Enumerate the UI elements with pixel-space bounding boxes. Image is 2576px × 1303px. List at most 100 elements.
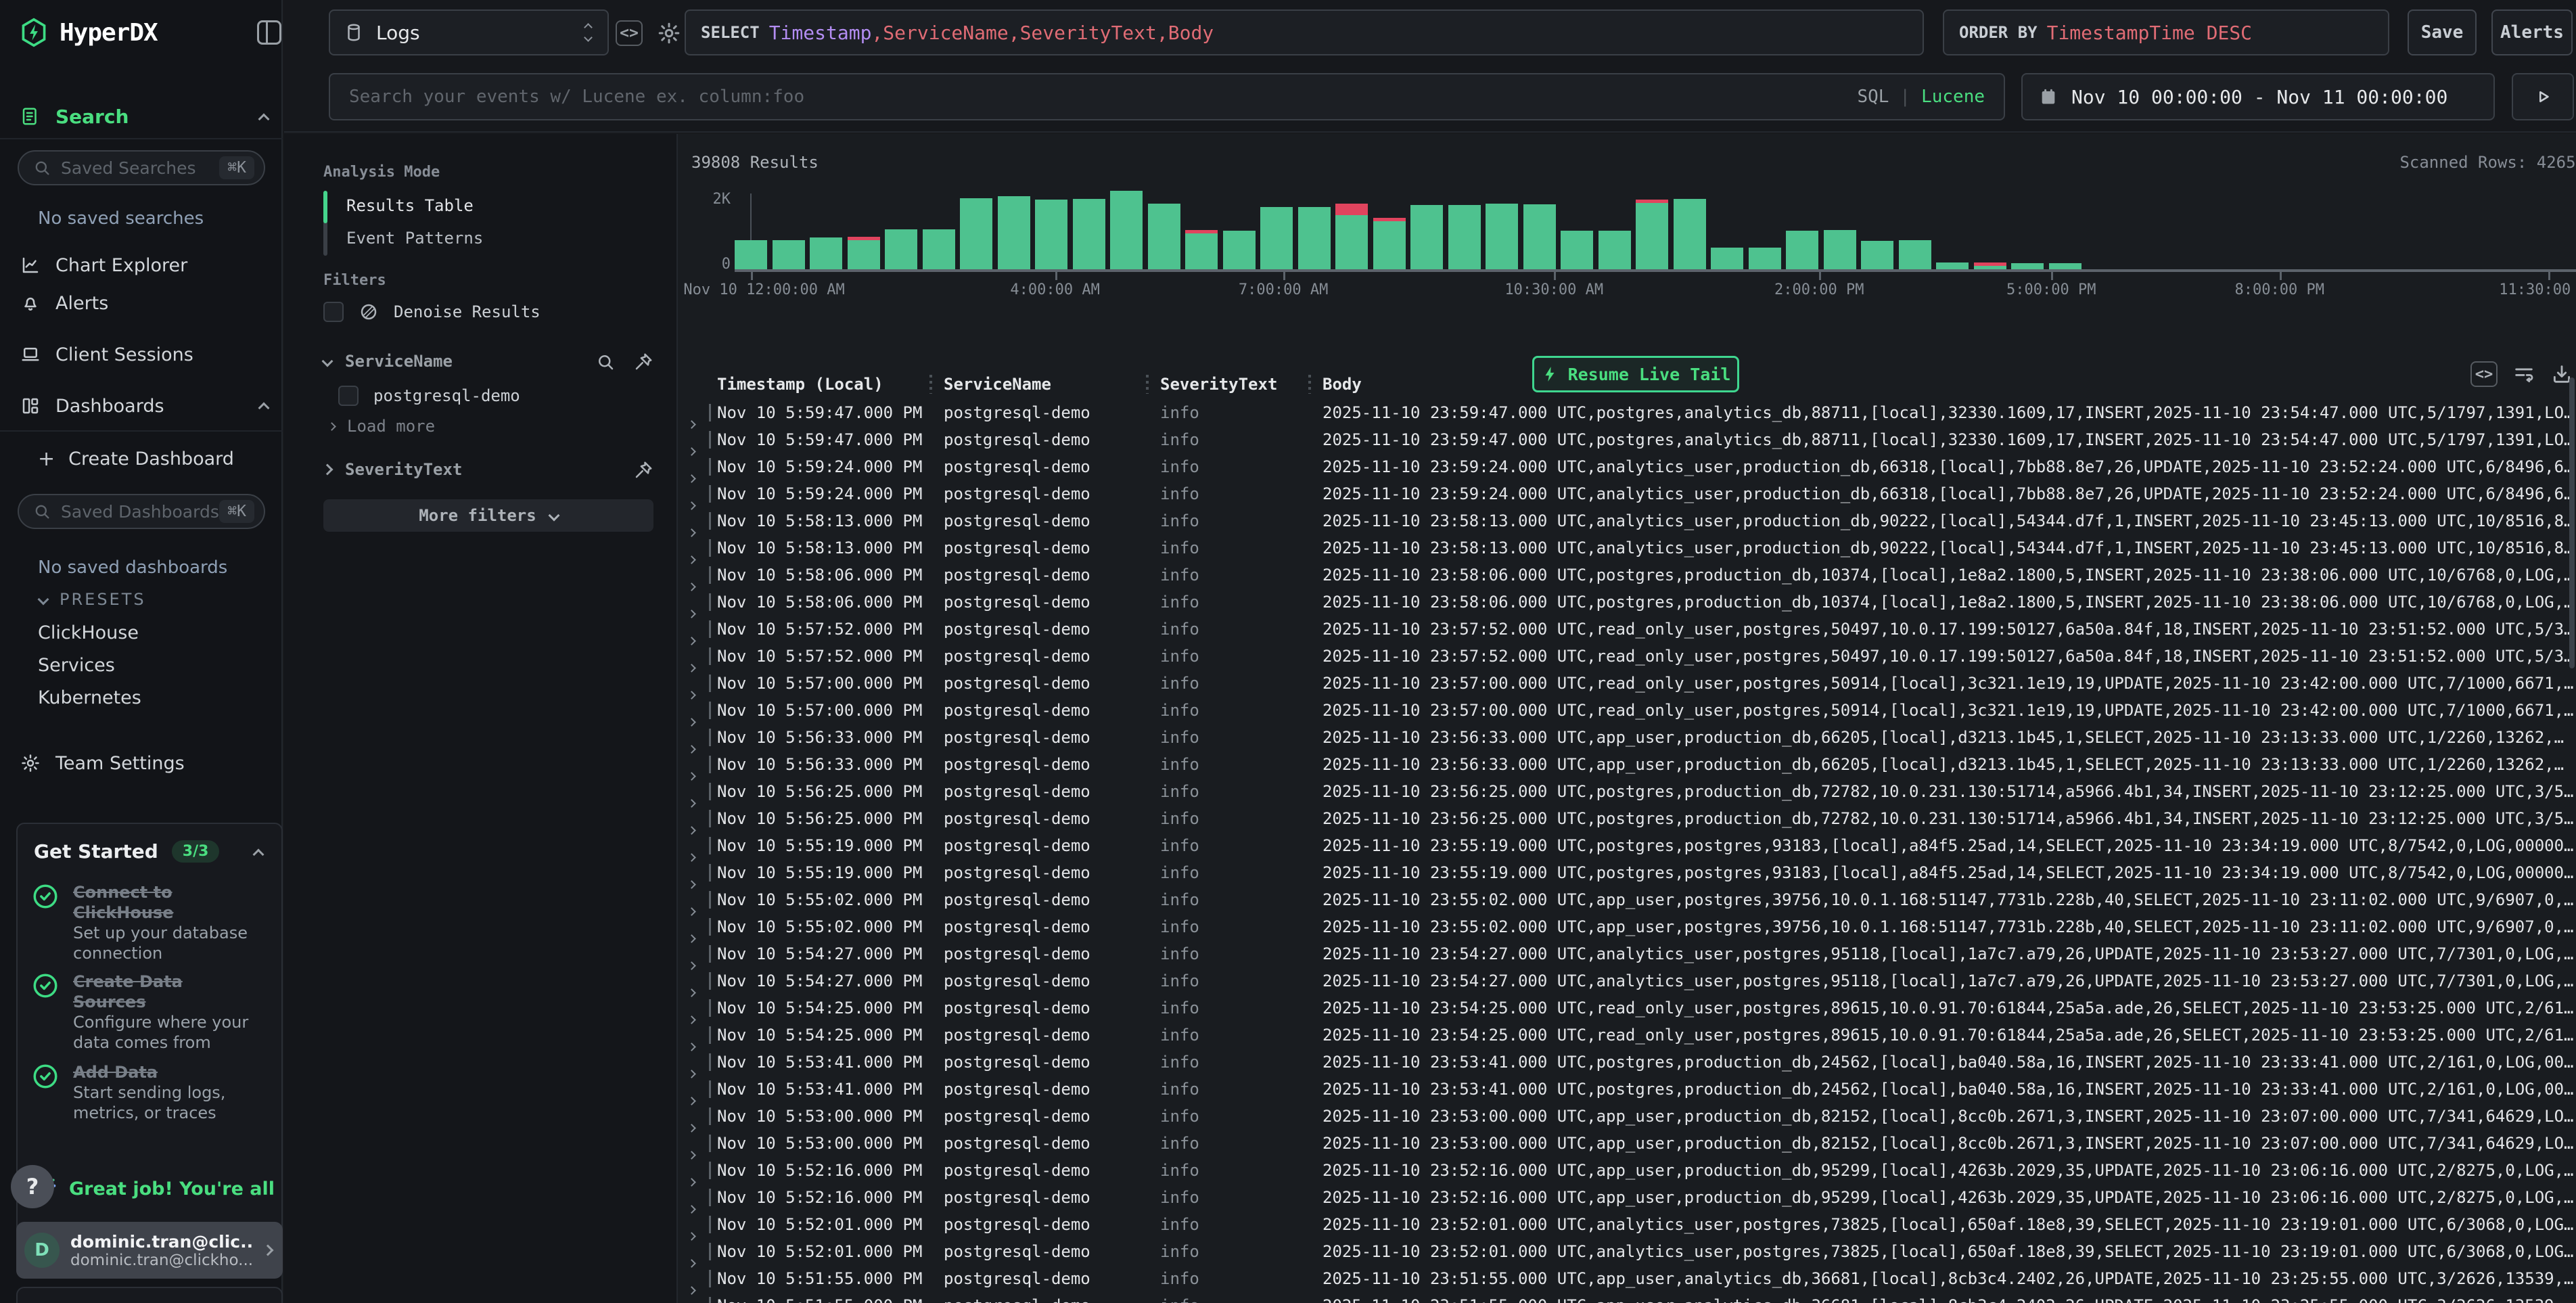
table-row[interactable]: Nov 10 5:56:33.000 PM postgresql-demo in… <box>678 724 2576 751</box>
histogram-bar[interactable] <box>1373 218 1406 269</box>
table-row[interactable]: Nov 10 5:55:19.000 PM postgresql-demo in… <box>678 859 2576 886</box>
table-row[interactable]: Nov 10 5:56:25.000 PM postgresql-demo in… <box>678 805 2576 832</box>
histogram-bar[interactable] <box>1974 262 2006 269</box>
histogram-bar[interactable] <box>1861 241 1893 269</box>
table-row[interactable]: Nov 10 5:58:13.000 PM postgresql-demo in… <box>678 507 2576 534</box>
pin-icon[interactable] <box>633 352 653 372</box>
histogram-bar[interactable] <box>1824 230 1856 269</box>
histogram-bar[interactable] <box>1486 204 1518 269</box>
table-row[interactable]: Nov 10 5:54:27.000 PM postgresql-demo in… <box>678 940 2576 967</box>
filter-group-servicename[interactable]: ServiceName <box>323 352 453 371</box>
sidebar-item-alerts[interactable]: Alerts <box>0 288 283 318</box>
table-row[interactable]: Nov 10 5:52:01.000 PM postgresql-demo in… <box>678 1211 2576 1238</box>
histogram-bar[interactable] <box>1148 204 1180 269</box>
histogram-bar[interactable] <box>1298 207 1331 269</box>
table-row[interactable]: Nov 10 5:59:24.000 PM postgresql-demo in… <box>678 453 2576 480</box>
table-row[interactable]: Nov 10 5:56:25.000 PM postgresql-demo in… <box>678 778 2576 805</box>
table-row[interactable]: Nov 10 5:58:06.000 PM postgresql-demo in… <box>678 589 2576 616</box>
sidebar-collapse-icon[interactable] <box>257 20 281 45</box>
table-row[interactable]: Nov 10 5:52:16.000 PM postgresql-demo in… <box>678 1184 2576 1211</box>
histogram-bar[interactable] <box>1711 248 1743 269</box>
table-row[interactable]: Nov 10 5:51:55.000 PM postgresql-demo in… <box>678 1265 2576 1292</box>
column-resize-handle[interactable] <box>1146 375 1149 394</box>
help-button[interactable]: ? <box>11 1165 54 1208</box>
checkbox[interactable] <box>338 386 359 406</box>
pin-icon[interactable] <box>633 460 653 480</box>
histogram-bar[interactable] <box>1073 199 1105 269</box>
gear-icon[interactable] <box>655 19 683 47</box>
preset-kubernetes[interactable]: Kubernetes <box>38 687 141 708</box>
histogram-bar[interactable] <box>1636 200 1668 269</box>
table-row[interactable]: Nov 10 5:57:52.000 PM postgresql-demo in… <box>678 616 2576 643</box>
table-row[interactable]: Nov 10 5:52:16.000 PM postgresql-demo in… <box>678 1157 2576 1184</box>
histogram-bar[interactable] <box>1523 204 1556 269</box>
table-row[interactable]: Nov 10 5:52:01.000 PM postgresql-demo in… <box>678 1238 2576 1265</box>
histogram-bar[interactable] <box>923 229 955 269</box>
column-resize-handle[interactable] <box>1308 375 1311 394</box>
preset-services[interactable]: Services <box>38 655 115 676</box>
mode-event-patterns[interactable]: Event Patterns <box>346 223 483 253</box>
histogram-bar[interactable] <box>773 240 805 269</box>
histogram-bar[interactable] <box>1223 231 1256 269</box>
save-button[interactable]: Save <box>2408 9 2477 55</box>
histogram-bar[interactable] <box>998 196 1030 269</box>
column-header-timestamp[interactable]: Timestamp (Local) <box>717 375 883 394</box>
histogram-bar[interactable] <box>885 229 917 269</box>
column-header-servicename[interactable]: ServiceName <box>944 375 1051 394</box>
mode-results-table[interactable]: Results Table <box>346 191 474 221</box>
table-row[interactable]: Nov 10 5:57:52.000 PM postgresql-demo in… <box>678 643 2576 670</box>
saved-dashboards-input[interactable]: Saved Dashboards ⌘K <box>18 494 265 529</box>
search-icon[interactable] <box>595 352 616 372</box>
histogram-bar[interactable] <box>2049 263 2082 269</box>
filter-group-severitytext[interactable]: SeverityText <box>323 460 462 479</box>
table-row[interactable]: Nov 10 5:55:02.000 PM postgresql-demo in… <box>678 913 2576 940</box>
sidebar-item-dashboards[interactable]: Dashboards <box>0 391 283 421</box>
table-row[interactable]: Nov 10 5:53:00.000 PM postgresql-demo in… <box>678 1103 2576 1130</box>
get-started-step-add-data[interactable]: Add Data Start sending logs, metrics, or… <box>31 1062 275 1123</box>
column-resize-handle[interactable] <box>929 375 932 394</box>
histogram-bar[interactable] <box>1410 205 1443 269</box>
saved-searches-input[interactable]: Saved Searches ⌘K <box>18 150 265 185</box>
lucene-mode-toggle[interactable]: Lucene <box>1921 87 1985 107</box>
sidebar-item-client-sessions[interactable]: Client Sessions <box>0 340 283 369</box>
presets-section-toggle[interactable]: PRESETS <box>39 590 146 609</box>
run-query-button[interactable] <box>2512 73 2574 120</box>
create-dashboard-button[interactable]: + Create Dashboard <box>0 444 283 474</box>
table-row[interactable]: Nov 10 5:53:41.000 PM postgresql-demo in… <box>678 1076 2576 1103</box>
table-row[interactable]: Nov 10 5:51:55.000 PM postgresql-demo in… <box>678 1292 2576 1303</box>
histogram[interactable] <box>735 134 2576 269</box>
alerts-button[interactable]: Alerts <box>2491 9 2573 55</box>
table-row[interactable]: Nov 10 5:53:41.000 PM postgresql-demo in… <box>678 1049 2576 1076</box>
table-row[interactable]: Nov 10 5:55:02.000 PM postgresql-demo in… <box>678 886 2576 913</box>
select-columns-input[interactable]: SELECT Timestamp,ServiceName,SeverityTex… <box>685 9 1924 55</box>
table-row[interactable]: Nov 10 5:57:00.000 PM postgresql-demo in… <box>678 697 2576 724</box>
histogram-bar[interactable] <box>1936 262 1969 269</box>
table-row[interactable]: Nov 10 5:55:19.000 PM postgresql-demo in… <box>678 832 2576 859</box>
table-row[interactable]: Nov 10 5:54:25.000 PM postgresql-demo in… <box>678 1022 2576 1049</box>
histogram-bar[interactable] <box>810 237 842 269</box>
table-row[interactable]: Nov 10 5:53:00.000 PM postgresql-demo in… <box>678 1130 2576 1157</box>
get-started-step-sources[interactable]: Create Data Sources Configure where your… <box>31 971 275 1053</box>
table-row[interactable]: Nov 10 5:58:06.000 PM postgresql-demo in… <box>678 562 2576 589</box>
table-row[interactable]: Nov 10 5:59:47.000 PM postgresql-demo in… <box>678 426 2576 453</box>
histogram-bar[interactable] <box>1561 231 1593 269</box>
table-row[interactable]: Nov 10 5:54:25.000 PM postgresql-demo in… <box>678 995 2576 1022</box>
filter-option-postgresql-demo[interactable]: postgresql-demo <box>338 386 520 406</box>
histogram-bar[interactable] <box>1899 240 1931 269</box>
get-started-step-connect[interactable]: Connect to ClickHouse Set up your databa… <box>31 882 275 963</box>
source-select[interactable]: Logs <box>329 9 609 55</box>
histogram-bar[interactable] <box>1335 204 1368 269</box>
histogram-bar[interactable] <box>1260 207 1293 269</box>
histogram-bar[interactable] <box>2011 263 2044 269</box>
sidebar-item-chart-explorer[interactable]: Chart Explorer <box>0 250 283 280</box>
user-menu[interactable]: D dominic.tran@clic... dominic.tran@clic… <box>16 1222 283 1279</box>
scrollbar[interactable] <box>2569 378 2575 668</box>
code-view-button[interactable]: <> <box>616 20 643 46</box>
checkbox[interactable] <box>323 302 344 322</box>
app-logo[interactable]: HyperDX <box>19 15 158 50</box>
histogram-bar[interactable] <box>1185 230 1218 269</box>
sql-mode-toggle[interactable]: SQL <box>1857 87 1889 107</box>
table-row[interactable]: Nov 10 5:59:24.000 PM postgresql-demo in… <box>678 480 2576 507</box>
more-filters-button[interactable]: More filters <box>323 499 653 532</box>
histogram-bar[interactable] <box>1035 200 1067 269</box>
